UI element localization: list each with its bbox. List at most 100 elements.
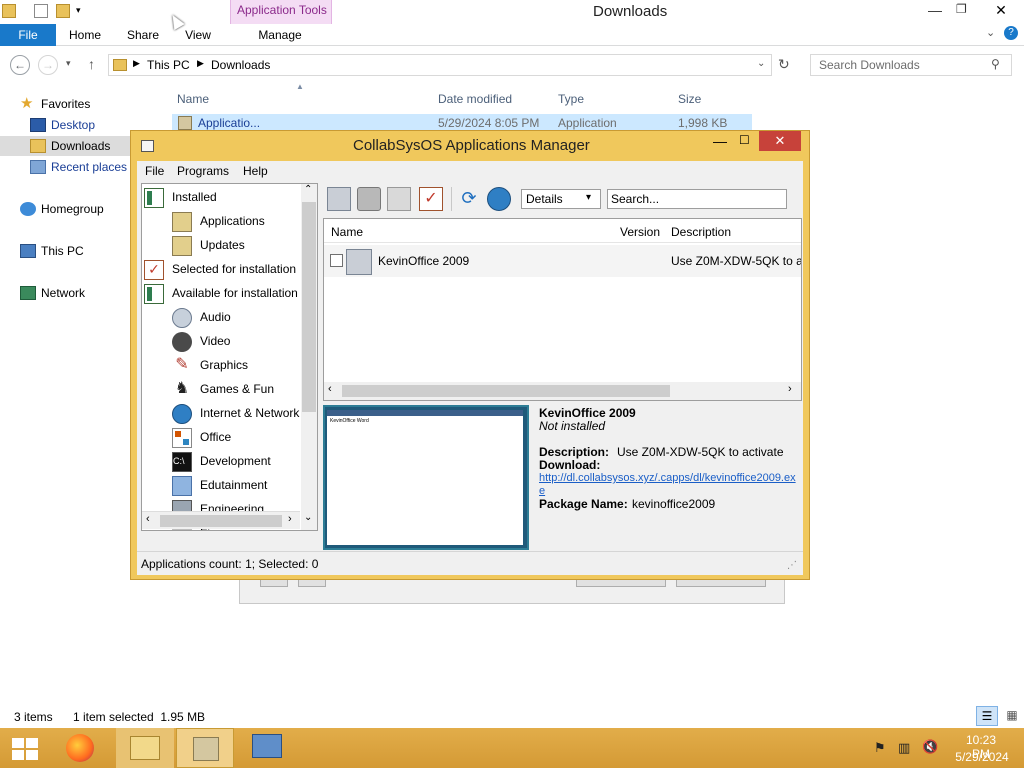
selection-info: 1 item selected 1.95 MB <box>73 710 206 724</box>
help-icon[interactable]: ? <box>1004 26 1018 40</box>
minimize-icon[interactable]: — <box>928 2 942 18</box>
back-button[interactable]: ← <box>10 55 30 75</box>
refresh-icon[interactable]: ⟳ <box>457 187 481 211</box>
tab-file[interactable]: File <box>0 24 56 46</box>
updates-icon <box>172 236 192 256</box>
scroll-down-icon[interactable]: ⌄ <box>304 512 312 523</box>
app-search-input[interactable]: Search... <box>607 189 787 209</box>
screenshot-preview[interactable]: KevinOffice Word <box>323 405 529 550</box>
tab-view[interactable]: View <box>180 24 216 46</box>
list-item[interactable]: KevinOffice 2009 Use Z0M-XDW-5QK to ac <box>324 245 801 277</box>
nav-favorites[interactable]: ★ Favorites <box>20 94 160 114</box>
scroll-left-icon[interactable]: ‹ <box>328 383 332 395</box>
apps-count-status: Applications count: 1; Selected: 0 <box>141 557 319 571</box>
dialog-close-button[interactable]: ✕ <box>759 131 801 151</box>
menu-help[interactable]: Help <box>243 161 268 181</box>
app-name: KevinOffice 2009 <box>378 254 470 268</box>
scroll-right-icon[interactable]: › <box>788 383 792 395</box>
details-view-button[interactable]: ☰ <box>976 706 998 726</box>
checklist-icon[interactable]: ✓ <box>419 187 443 211</box>
address-row: ← → ▾ ↑ ▶ This PC ▶ Downloads ⌄ ↻ Search… <box>0 50 1024 80</box>
dialog-menubar: File Programs Help <box>137 161 803 181</box>
apps-manager-titlebar[interactable]: CollabSysOS Applications Manager — ☐ ✕ <box>131 131 809 159</box>
tree-horizontal-scrollbar[interactable]: ‹ › <box>142 511 300 529</box>
nav-this-pc-label: This PC <box>41 244 84 258</box>
tree-label: Office <box>200 430 232 444</box>
list-header-version[interactable]: Version <box>620 225 660 239</box>
close-button[interactable]: ✕ <box>978 0 1024 20</box>
search-input[interactable]: Search Downloads ⚲ <box>810 54 1012 76</box>
up-button[interactable]: ↑ <box>88 56 95 72</box>
installed-icon <box>144 188 164 208</box>
scroll-left-icon[interactable]: ‹ <box>146 513 150 525</box>
large-icons-view-button[interactable]: ▦ <box>1002 706 1022 726</box>
ribbon-expand-icon[interactable]: ⌄ <box>986 26 995 39</box>
row-checkbox[interactable] <box>330 254 343 267</box>
forward-button[interactable]: → <box>38 55 58 75</box>
modify-icon[interactable] <box>387 187 411 211</box>
taskbar-apps-manager[interactable] <box>176 728 234 768</box>
scroll-up-icon[interactable]: ⌃ <box>304 184 312 195</box>
column-header-date[interactable]: Date modified <box>438 89 512 109</box>
video-icon <box>172 332 192 352</box>
dialog-maximize-icon[interactable]: ☐ <box>739 133 750 147</box>
volume-muted-icon[interactable]: 🔇 <box>922 739 938 755</box>
search-icon: ⚲ <box>991 57 1000 71</box>
clock-date[interactable]: 5/29/2024 <box>954 750 1010 764</box>
quick-access-dropdown-icon[interactable]: ▾ <box>76 5 81 16</box>
quick-access-newfolder-icon[interactable] <box>56 4 70 18</box>
quick-access-properties-icon[interactable] <box>34 4 48 18</box>
app-description: Use Z0M-XDW-5QK to ac <box>671 254 801 268</box>
graphics-icon: ✎ <box>175 356 189 373</box>
file-type: Application <box>558 116 617 130</box>
column-header-name[interactable]: Name <box>177 89 209 109</box>
address-dropdown-icon[interactable]: ⌄ <box>757 58 765 69</box>
menu-programs[interactable]: Programs <box>177 161 229 181</box>
action-center-flag-icon[interactable]: ⚑ <box>874 740 886 756</box>
category-tree[interactable]: Installed Applications Updates ✓ Selecte… <box>141 183 318 531</box>
refresh-icon[interactable]: ↻ <box>778 56 790 73</box>
taskbar-computer[interactable] <box>238 728 296 768</box>
start-button[interactable] <box>0 728 58 768</box>
recent-locations-icon[interactable]: ▾ <box>66 58 71 69</box>
preview-inner: KevinOffice Word <box>327 410 523 545</box>
homegroup-icon <box>20 202 36 216</box>
scroll-thumb[interactable] <box>160 515 282 527</box>
network-tray-icon[interactable]: ▥ <box>898 740 910 756</box>
column-header-size[interactable]: Size <box>678 89 701 109</box>
taskbar-firefox[interactable] <box>52 728 110 768</box>
address-bar[interactable]: ▶ This PC ▶ Downloads ⌄ <box>108 54 772 76</box>
games-icon: ♞ <box>174 380 190 397</box>
breadcrumb-downloads[interactable]: Downloads <box>211 58 270 72</box>
scroll-thumb[interactable] <box>302 202 316 412</box>
install-icon[interactable] <box>327 187 351 211</box>
breadcrumb-this-pc[interactable]: This PC <box>147 58 190 72</box>
tab-home[interactable]: Home <box>64 24 106 46</box>
tab-share[interactable]: Share <box>122 24 164 46</box>
application-list[interactable]: Name Version Description KevinOffice 200… <box>323 218 802 401</box>
scroll-right-icon[interactable]: › <box>288 513 292 525</box>
list-horizontal-scrollbar[interactable]: ‹ › <box>324 382 801 400</box>
tree-vertical-scrollbar[interactable]: ⌃ ⌄ <box>301 184 317 530</box>
file-size: 1,998 KB <box>678 116 728 130</box>
list-header-name[interactable]: Name <box>331 225 363 239</box>
update-database-icon[interactable] <box>487 187 511 211</box>
explorer-status-bar: 3 items 1 item selected 1.95 MB ☰ ▦ <box>0 706 1024 728</box>
view-select[interactable]: Details ▾ <box>521 189 601 209</box>
restore-icon[interactable]: ❐ <box>956 2 967 16</box>
list-header-description[interactable]: Description <box>671 225 731 239</box>
network-icon <box>20 286 36 300</box>
apps-manager-icon <box>193 737 219 761</box>
column-header-type[interactable]: Type <box>558 89 584 109</box>
tab-manage[interactable]: Manage <box>244 24 316 46</box>
scroll-thumb[interactable] <box>342 385 670 397</box>
taskbar-file-explorer[interactable] <box>116 728 174 768</box>
context-group-label: Application Tools <box>237 3 327 17</box>
dialog-status-bar: Applications count: 1; Selected: 0 ⋰ <box>137 551 803 575</box>
resize-grip-icon[interactable]: ⋰ <box>787 554 797 578</box>
dialog-minimize-icon[interactable]: — <box>713 133 727 149</box>
menu-file[interactable]: File <box>145 161 164 181</box>
uninstall-icon[interactable] <box>357 187 381 211</box>
checklist-icon: ✓ <box>144 260 164 280</box>
info-download-link[interactable]: http://dl.collabsysos.xyz/.capps/dl/kevi… <box>539 472 801 498</box>
